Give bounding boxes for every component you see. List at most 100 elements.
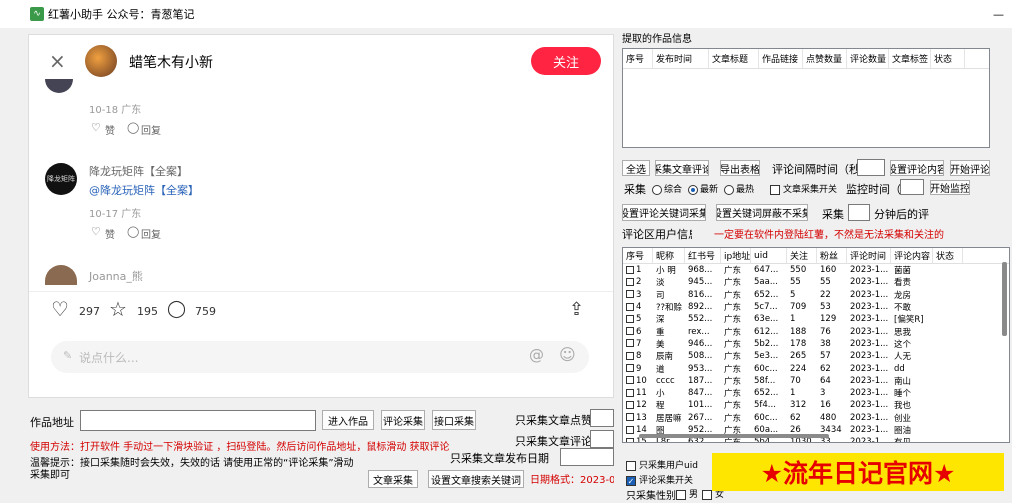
- column-header[interactable]: 关注: [787, 248, 817, 263]
- users-table[interactable]: 序号 昵称 红书号 ip地址 uid 关注 粉丝 评论时间 评论内容 状态 1 小 明 968... 广…: [622, 247, 1010, 443]
- comment-input[interactable]: ✎ 说点什么... @ ☺: [51, 341, 589, 373]
- set-keyword-block-button[interactable]: 设置关键词屏蔽不采集: [716, 204, 808, 221]
- api-collect-button[interactable]: 接口采集: [432, 410, 476, 430]
- table-row[interactable]: 10 cccc 187... 广东 58f... 70 64 2023-1... 南山: [623, 375, 1009, 387]
- table-row[interactable]: 3 司 816... 广东 652... 5 22 2023-1... 龙房: [623, 289, 1009, 301]
- enter-work-button[interactable]: 进入作品: [322, 410, 374, 430]
- reply-icon[interactable]: ◯: [127, 121, 139, 134]
- radio-latest[interactable]: 最新: [688, 182, 718, 195]
- export-button[interactable]: 导出表格: [720, 160, 760, 176]
- article-switch[interactable]: 文章采集开关: [770, 182, 837, 195]
- column-header[interactable]: ip地址: [721, 248, 751, 263]
- row-checkbox[interactable]: [626, 339, 634, 348]
- checkbox[interactable]: [676, 489, 686, 500]
- only-uid-option[interactable]: 只采集用户uid: [626, 458, 698, 471]
- column-header[interactable]: 作品链接: [759, 49, 803, 68]
- row-checkbox[interactable]: [626, 364, 634, 373]
- vertical-scrollbar[interactable]: [1002, 262, 1007, 336]
- reply-label[interactable]: 回复: [141, 226, 161, 241]
- table-row[interactable]: 6 重 rex... 广东 612... 188 76 2023-1... 思我: [623, 325, 1009, 338]
- table-row[interactable]: 8 辰南 508... 广东 5e3... 265 57 2023-1... 人无: [623, 350, 1009, 362]
- row-checkbox[interactable]: [626, 400, 634, 409]
- checkbox[interactable]: [702, 489, 712, 500]
- column-header[interactable]: 发布时间: [653, 49, 709, 68]
- table-row[interactable]: 13 居居嘛 267... 广东 60c... 62 480 2023-1... 创业: [623, 412, 1009, 424]
- table-row[interactable]: 5 深 552... 广东 63e... 1 129 2023-1... [偏笑R]: [623, 313, 1009, 325]
- close-icon[interactable]: ×: [49, 49, 66, 73]
- table-row[interactable]: 1 小 明 968... 广东 647... 550 160 2023-1... 菌菌: [623, 264, 1009, 276]
- column-header[interactable]: 文章标题: [709, 49, 759, 68]
- checkbox[interactable]: ✓: [626, 475, 636, 486]
- comment-icon[interactable]: ◯: [167, 299, 186, 319]
- table-row[interactable]: 4 ??和赊 892... 广东 5c7... 709 53 2023-1... 不敢: [623, 301, 1009, 313]
- column-header[interactable]: 昵称: [653, 248, 685, 263]
- at-icon[interactable]: @: [529, 346, 544, 364]
- table-row[interactable]: 9 道 953... 广东 60c... 224 62 2023-1... dd: [623, 362, 1009, 375]
- column-header[interactable]: 状态: [931, 49, 965, 68]
- collect-after-input[interactable]: [848, 204, 870, 221]
- only-likes-input[interactable]: [590, 409, 614, 427]
- url-input[interactable]: [80, 410, 316, 431]
- start-monitor-button[interactable]: 开始监控: [930, 180, 970, 195]
- minimize-button[interactable]: —: [993, 8, 1004, 21]
- row-checkbox[interactable]: [626, 302, 634, 311]
- heart-icon[interactable]: ♡: [51, 297, 69, 321]
- emoji-icon[interactable]: ☺: [559, 345, 576, 364]
- comment-switch-option[interactable]: ✓ 评论采集开关: [626, 473, 693, 486]
- radio-button[interactable]: [688, 184, 698, 195]
- works-table[interactable]: 序号 发布时间 文章标题 作品链接 点赞数量 评论数量 文章标签 状态: [622, 48, 990, 148]
- table-row[interactable]: 7 美 946... 广东 5b2... 178 38 2023-1... 这个: [623, 338, 1009, 350]
- author-name[interactable]: 蜡笔木有小新: [129, 52, 213, 72]
- heart-icon[interactable]: ♡: [91, 121, 101, 134]
- row-checkbox[interactable]: [626, 376, 634, 385]
- comment-author[interactable]: 降龙玩矩阵【全案】: [89, 163, 188, 179]
- row-checkbox[interactable]: [626, 351, 634, 360]
- like-label[interactable]: 赞: [105, 122, 115, 137]
- share-icon[interactable]: ⇪: [569, 299, 584, 320]
- column-header[interactable]: 粉丝: [817, 248, 847, 263]
- like-label[interactable]: 赞: [105, 226, 115, 241]
- radio-button[interactable]: [652, 184, 662, 195]
- row-checkbox[interactable]: [626, 425, 634, 434]
- author-avatar[interactable]: [85, 45, 117, 77]
- column-header[interactable]: 状态: [933, 248, 963, 263]
- reply-label[interactable]: 回复: [141, 122, 161, 137]
- comment-collect-button[interactable]: 评论采集: [381, 410, 425, 430]
- column-header[interactable]: 点赞数量: [803, 49, 847, 68]
- select-all-button[interactable]: 全选: [622, 160, 650, 176]
- column-header[interactable]: 序号: [623, 248, 653, 263]
- gender-male-option[interactable]: 男: [676, 487, 698, 500]
- column-header[interactable]: uid: [751, 248, 787, 263]
- row-checkbox[interactable]: [626, 388, 634, 397]
- column-header[interactable]: 评论数量: [847, 49, 889, 68]
- row-checkbox[interactable]: [626, 314, 634, 323]
- radio-hottest[interactable]: 最热: [724, 182, 754, 195]
- horizontal-scrollbar[interactable]: [639, 434, 829, 438]
- only-date-input[interactable]: [560, 448, 614, 466]
- checkbox[interactable]: [770, 184, 780, 195]
- set-comment-keyword-button[interactable]: 设置评论关键词采集: [622, 204, 706, 221]
- checkbox[interactable]: [626, 460, 636, 471]
- column-header[interactable]: 文章标签: [889, 49, 931, 68]
- row-checkbox[interactable]: [626, 413, 634, 422]
- column-header[interactable]: 评论时间: [847, 248, 891, 263]
- set-comment-button[interactable]: 设置评论内容: [890, 160, 944, 176]
- column-header[interactable]: 评论内容: [891, 248, 933, 263]
- radio-composite[interactable]: 综合: [652, 182, 682, 195]
- row-checkbox[interactable]: [626, 277, 634, 286]
- set-article-keyword-button[interactable]: 设置文章搜索关键词: [428, 470, 524, 488]
- row-checkbox[interactable]: [626, 327, 634, 336]
- monitor-input[interactable]: [900, 179, 924, 195]
- collect-comments-button[interactable]: 采集文章评论: [655, 160, 709, 176]
- column-header[interactable]: 序号: [623, 49, 653, 68]
- table-row[interactable]: 2 淡 945... 广东 5aa... 55 55 2023-1... 看责: [623, 276, 1009, 288]
- row-checkbox[interactable]: [626, 265, 634, 274]
- radio-button[interactable]: [724, 184, 734, 195]
- article-collect-button[interactable]: 文章采集: [368, 470, 418, 488]
- comment-author[interactable]: Joanna_熊: [89, 268, 143, 284]
- only-comments-input[interactable]: [590, 430, 614, 448]
- table-row[interactable]: 11 小 847... 广东 652... 1 3 2023-1... 睡个: [623, 387, 1009, 399]
- start-comment-button[interactable]: 开始评论: [950, 160, 990, 176]
- column-header[interactable]: 红书号: [685, 248, 721, 263]
- reply-icon[interactable]: ◯: [127, 225, 139, 238]
